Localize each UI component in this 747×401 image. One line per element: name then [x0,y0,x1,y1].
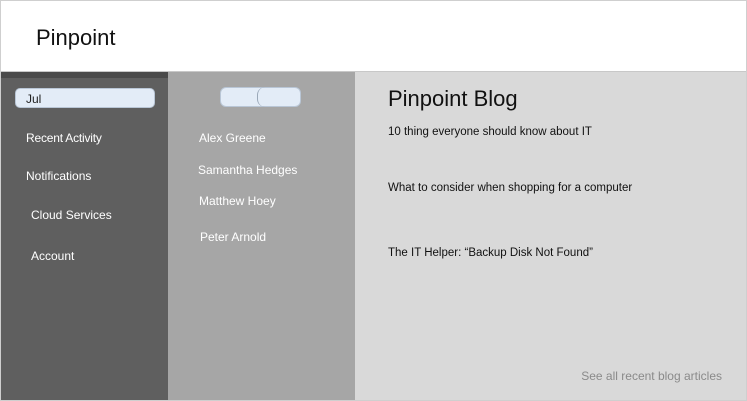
sidebar-item-recent-activity[interactable]: Recent Activity [26,131,102,145]
blog-title: Pinpoint Blog [388,86,518,111]
sidebar-item-notifications[interactable]: Notifications [26,169,91,183]
app-window: Pinpoint Jul Recent Activity Notificatio… [0,0,747,401]
app-header: Pinpoint [1,1,746,72]
blog-article-link[interactable]: The IT Helper: “Backup Disk Not Found” [388,247,593,259]
toggle-knob [257,87,268,107]
contact-item[interactable]: Samantha Hedges [198,163,297,177]
view-toggle[interactable] [220,87,301,107]
blog-article-link[interactable]: What to consider when shopping for a com… [388,182,632,194]
sidebar-item-account[interactable]: Account [31,249,74,263]
blog-panel: Pinpoint Blog 10 thing everyone should k… [355,72,746,400]
see-all-articles-link[interactable]: See all recent blog articles [581,369,722,383]
contact-item[interactable]: Matthew Hoey [199,194,276,208]
app-title: Pinpoint [36,25,116,50]
contact-item[interactable]: Peter Arnold [200,230,266,244]
blog-article-link[interactable]: 10 thing everyone should know about IT [388,126,592,138]
sidebar-item-cloud-services[interactable]: Cloud Services [31,208,112,222]
month-select[interactable]: Jul [15,88,155,108]
sidebar: Jul Recent Activity Notifications Cloud … [1,72,168,400]
contacts-panel: Alex Greene Samantha Hedges Matthew Hoey… [168,72,355,400]
contact-item[interactable]: Alex Greene [199,131,266,145]
